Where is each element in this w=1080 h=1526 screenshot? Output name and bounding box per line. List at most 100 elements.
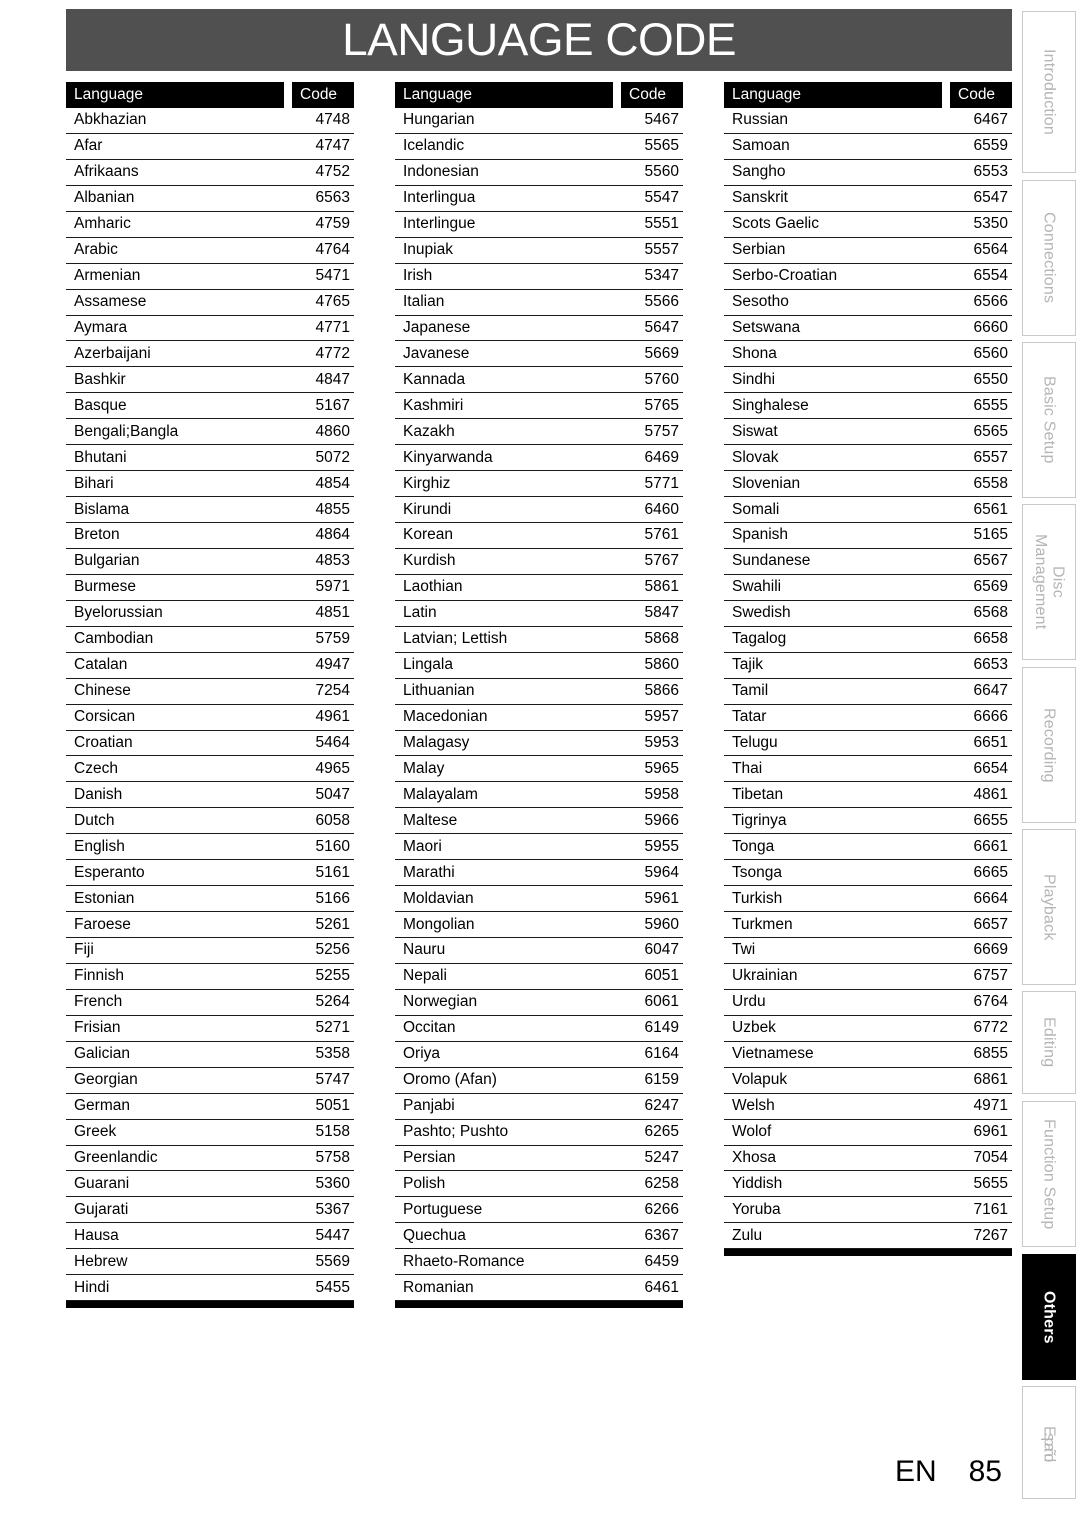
table-row: Tonga 6661 [724,834,1012,861]
table-row: German 5051 [66,1094,354,1120]
sidebar-tab-basic-setup[interactable]: Basic Setup [1022,342,1076,498]
language-code-value: 5161 [315,863,350,881]
language-name: Scots Gaelic [732,215,820,233]
table-row: Chinese 7254 [66,679,354,705]
language-code-value: 4860 [315,422,350,440]
language-code-value: 5868 [644,630,679,648]
table-row: Mongolian 5960 [395,912,683,938]
table-row: Frisian 5271 [66,1016,354,1042]
language-code-value: 6647 [973,682,1008,700]
table-row: Scots Gaelic 5350 [724,212,1012,238]
language-name: Wolof [732,1123,772,1141]
table-row: Japanese 5647 [395,316,683,342]
column-end-bar [724,1249,1012,1257]
table-row: Swedish 6568 [724,601,1012,627]
table-row: Assamese 4765 [66,290,354,316]
language-name: Esperanto [74,863,145,881]
table-row: Spanish 5165 [724,523,1012,549]
sidebar-tab-label: Introduction [1040,48,1058,135]
sidebar-tab-connections[interactable]: Connections [1022,180,1076,336]
column-rows: Russian 6467 Samoan 6559 Sangho 6553 Sanskrit 6… [724,108,1012,1250]
sidebar-tab-function-setup[interactable]: Function Setup [1022,1101,1076,1247]
table-row: Turkish 6664 [724,886,1012,913]
language-name: Italian [403,293,445,311]
table-row: Lithuanian 5866 [395,679,683,705]
table-row: Slovenian 6558 [724,471,1012,498]
language-code-value: 5166 [315,889,350,907]
language-code-value: 6764 [973,993,1008,1011]
sidebar-tab-recording[interactable]: Recording [1022,667,1076,823]
language-name: Gujarati [74,1200,129,1218]
language-code-value: 4854 [315,474,350,492]
language-name: Swahili [732,578,782,596]
language-code-value: 5471 [315,267,350,285]
language-code-value: 5247 [644,1148,679,1166]
table-row: Icelandic 5565 [395,134,683,160]
language-code-value: 6566 [973,293,1008,311]
language-name: Spanish [732,526,789,544]
language-name: Malagasy [403,733,470,751]
language-code-value: 4771 [315,318,350,336]
table-row: Oromo (Afan) 6159 [395,1068,683,1094]
language-name: Hausa [74,1226,119,1244]
language-code-value: 5767 [644,552,679,570]
language-name: Slovenian [732,474,801,492]
language-code-value: 4748 [315,111,350,129]
language-code-value: 6561 [973,500,1008,518]
language-name: Interlingua [403,189,476,207]
language-code-value: 6651 [973,733,1008,751]
table-row: Tibetan 4861 [724,782,1012,809]
table-row: Catalan 4947 [66,653,354,679]
sidebar-tab-espanol[interactable]: Español [1022,1386,1076,1499]
language-code-value: 5167 [315,396,350,414]
language-name: Tonga [732,837,775,855]
language-code-value: 5866 [644,682,679,700]
language-code-value: 5569 [315,1252,350,1270]
language-name: Faroese [74,915,131,933]
sidebar-tab-introduction[interactable]: Introduction [1022,11,1076,173]
table-row: Samoan 6559 [724,134,1012,160]
table-row: Interlingua 5547 [395,186,683,212]
sidebar-tab-playback[interactable]: Playback [1022,829,1076,985]
table-row: Greenlandic 5758 [66,1146,354,1172]
language-code-value: 6855 [973,1045,1008,1063]
language-name: Pashto; Pushto [403,1123,509,1141]
language-name: Singhalese [732,396,809,414]
language-code-value: 6757 [973,967,1008,985]
language-code-value: 5467 [644,111,679,129]
table-row: Serbian 6564 [724,238,1012,264]
sidebar-tab-label: Others [1040,1290,1058,1344]
language-code-value: 6554 [973,267,1008,285]
sidebar-tab-disc-management[interactable]: Disc Management [1022,504,1076,660]
language-name: Albanian [74,189,135,207]
language-code-value: 5560 [644,163,679,181]
language-name: Tajik [732,656,764,674]
table-row: Maltese 5966 [395,808,683,835]
language-name: Javanese [403,344,470,362]
table-row: Laothian 5861 [395,575,683,601]
language-code-value: 6459 [644,1252,679,1270]
language-name: Catalan [74,656,128,674]
language-code-value: 5861 [644,578,679,596]
language-name: Latvian; Lettish [403,630,508,648]
table-row: Shona 6560 [724,341,1012,368]
language-name: Hebrew [74,1252,128,1270]
language-code-value: 5447 [315,1226,350,1244]
page-title-banner: LANGUAGE CODE [66,9,1012,71]
language-name: Hungarian [403,111,475,129]
language-code-value: 5955 [644,837,679,855]
language-name: Oriya [403,1045,441,1063]
language-name: Polish [403,1174,446,1192]
language-name: Persian [403,1148,456,1166]
table-row: Gujarati 5367 [66,1197,354,1224]
language-name: Bihari [74,474,114,492]
table-row: Ukrainian 6757 [724,964,1012,990]
column-end-bar [66,1301,354,1309]
language-name: Samoan [732,137,790,155]
sidebar-tab-editing[interactable]: Editing [1022,991,1076,1094]
language-code-value: 5747 [315,1071,350,1089]
language-name: Cambodian [74,630,154,648]
language-name: Maori [403,837,442,855]
language-code-value: 6467 [973,111,1008,129]
sidebar-tab-others[interactable]: Others [1022,1254,1076,1380]
